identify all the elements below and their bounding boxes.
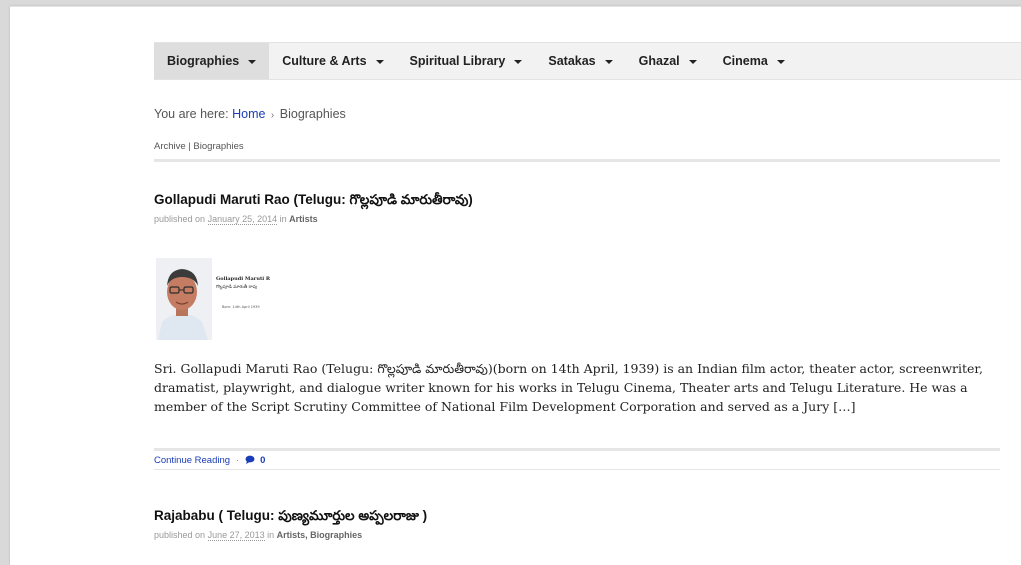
caret-down-icon xyxy=(604,60,613,64)
post-date-link[interactable]: January 25, 2014 xyxy=(207,214,278,225)
top-divider xyxy=(10,6,1021,7)
archive-heading: Archive | Biographies xyxy=(154,141,244,152)
comments-link[interactable]: 0 xyxy=(245,455,266,466)
nav-item-ghazal[interactable]: Ghazal xyxy=(626,43,710,79)
nav-item-label: Satakas xyxy=(548,54,596,68)
in-word: in xyxy=(267,530,275,540)
nav-item-culture-arts[interactable]: Culture & Arts xyxy=(269,43,396,79)
nav-item-cinema[interactable]: Cinema xyxy=(710,43,798,79)
post-title-link[interactable]: Gollapudi Maruti Rao (Telugu: గొల్లపూడి … xyxy=(154,192,473,211)
breadcrumb-separator: › xyxy=(270,110,275,121)
caret-down-icon xyxy=(688,60,697,64)
published-prefix: published on xyxy=(154,530,206,540)
nav-item-satakas[interactable]: Satakas xyxy=(535,43,625,79)
comment-count: 0 xyxy=(260,455,266,466)
main-nav: Biographies Culture & Arts Spiritual Lib… xyxy=(154,42,1021,80)
nav-item-label: Cinema xyxy=(722,54,768,68)
nav-item-label: Culture & Arts xyxy=(282,54,367,68)
continue-reading-link[interactable]: Continue Reading xyxy=(154,455,230,466)
archive-divider xyxy=(154,159,1000,162)
thumb-born: Born: 14th April 1939 xyxy=(222,305,260,309)
post-divider-top xyxy=(154,448,1000,451)
post-category-link[interactable]: Artists xyxy=(289,214,318,224)
breadcrumb-current: Biographies xyxy=(279,107,346,121)
caret-down-icon xyxy=(248,60,257,64)
post-category-link[interactable]: Artists, Biographies xyxy=(277,530,363,540)
caret-down-icon xyxy=(514,60,523,64)
in-word: in xyxy=(279,214,287,224)
post-meta: published on June 27, 2013 in Artists, B… xyxy=(154,530,363,541)
thumb-name-en: Gollapudi Maruti R xyxy=(216,276,271,282)
post-divider-bottom xyxy=(154,469,1000,470)
breadcrumb-prefix: You are here: xyxy=(154,107,229,121)
thumb-name-te: గొల్లపూడి మారుతీ రావు xyxy=(216,283,258,290)
post-meta: published on January 25, 2014 in Artists xyxy=(154,214,318,225)
nav-item-biographies[interactable]: Biographies xyxy=(154,43,270,79)
post-actions: Continue Reading · 0 xyxy=(154,455,265,466)
post-date-link[interactable]: June 27, 2013 xyxy=(207,530,265,541)
caret-down-icon xyxy=(375,60,384,64)
caret-down-icon xyxy=(776,60,785,64)
nav-item-label: Spiritual Library xyxy=(409,54,506,68)
post-title-link[interactable]: Rajababu ( Telugu: పుణ్యమూర్తుల అప్పలరాజ… xyxy=(154,508,427,527)
portrait-image: Gollapudi Maruti R గొల్లపూడి మారుతీ రావు… xyxy=(156,258,274,340)
published-prefix: published on xyxy=(154,214,206,224)
breadcrumb-home-link[interactable]: Home xyxy=(232,107,265,121)
comment-bubble-icon xyxy=(245,455,255,464)
page: Biographies Culture & Arts Spiritual Lib… xyxy=(10,6,1021,565)
post-excerpt: Sri. Gollapudi Maruti Rao (Telugu: గొల్ల… xyxy=(154,361,984,414)
post-thumbnail[interactable]: Gollapudi Maruti R గొల్లపూడి మారుతీ రావు… xyxy=(156,258,274,340)
nav-item-spiritual-library[interactable]: Spiritual Library xyxy=(397,43,536,79)
breadcrumb: You are here: Home › Biographies xyxy=(154,107,346,121)
nav-item-label: Biographies xyxy=(167,54,240,68)
separator-dot: · xyxy=(235,455,239,466)
nav-item-label: Ghazal xyxy=(638,54,680,68)
